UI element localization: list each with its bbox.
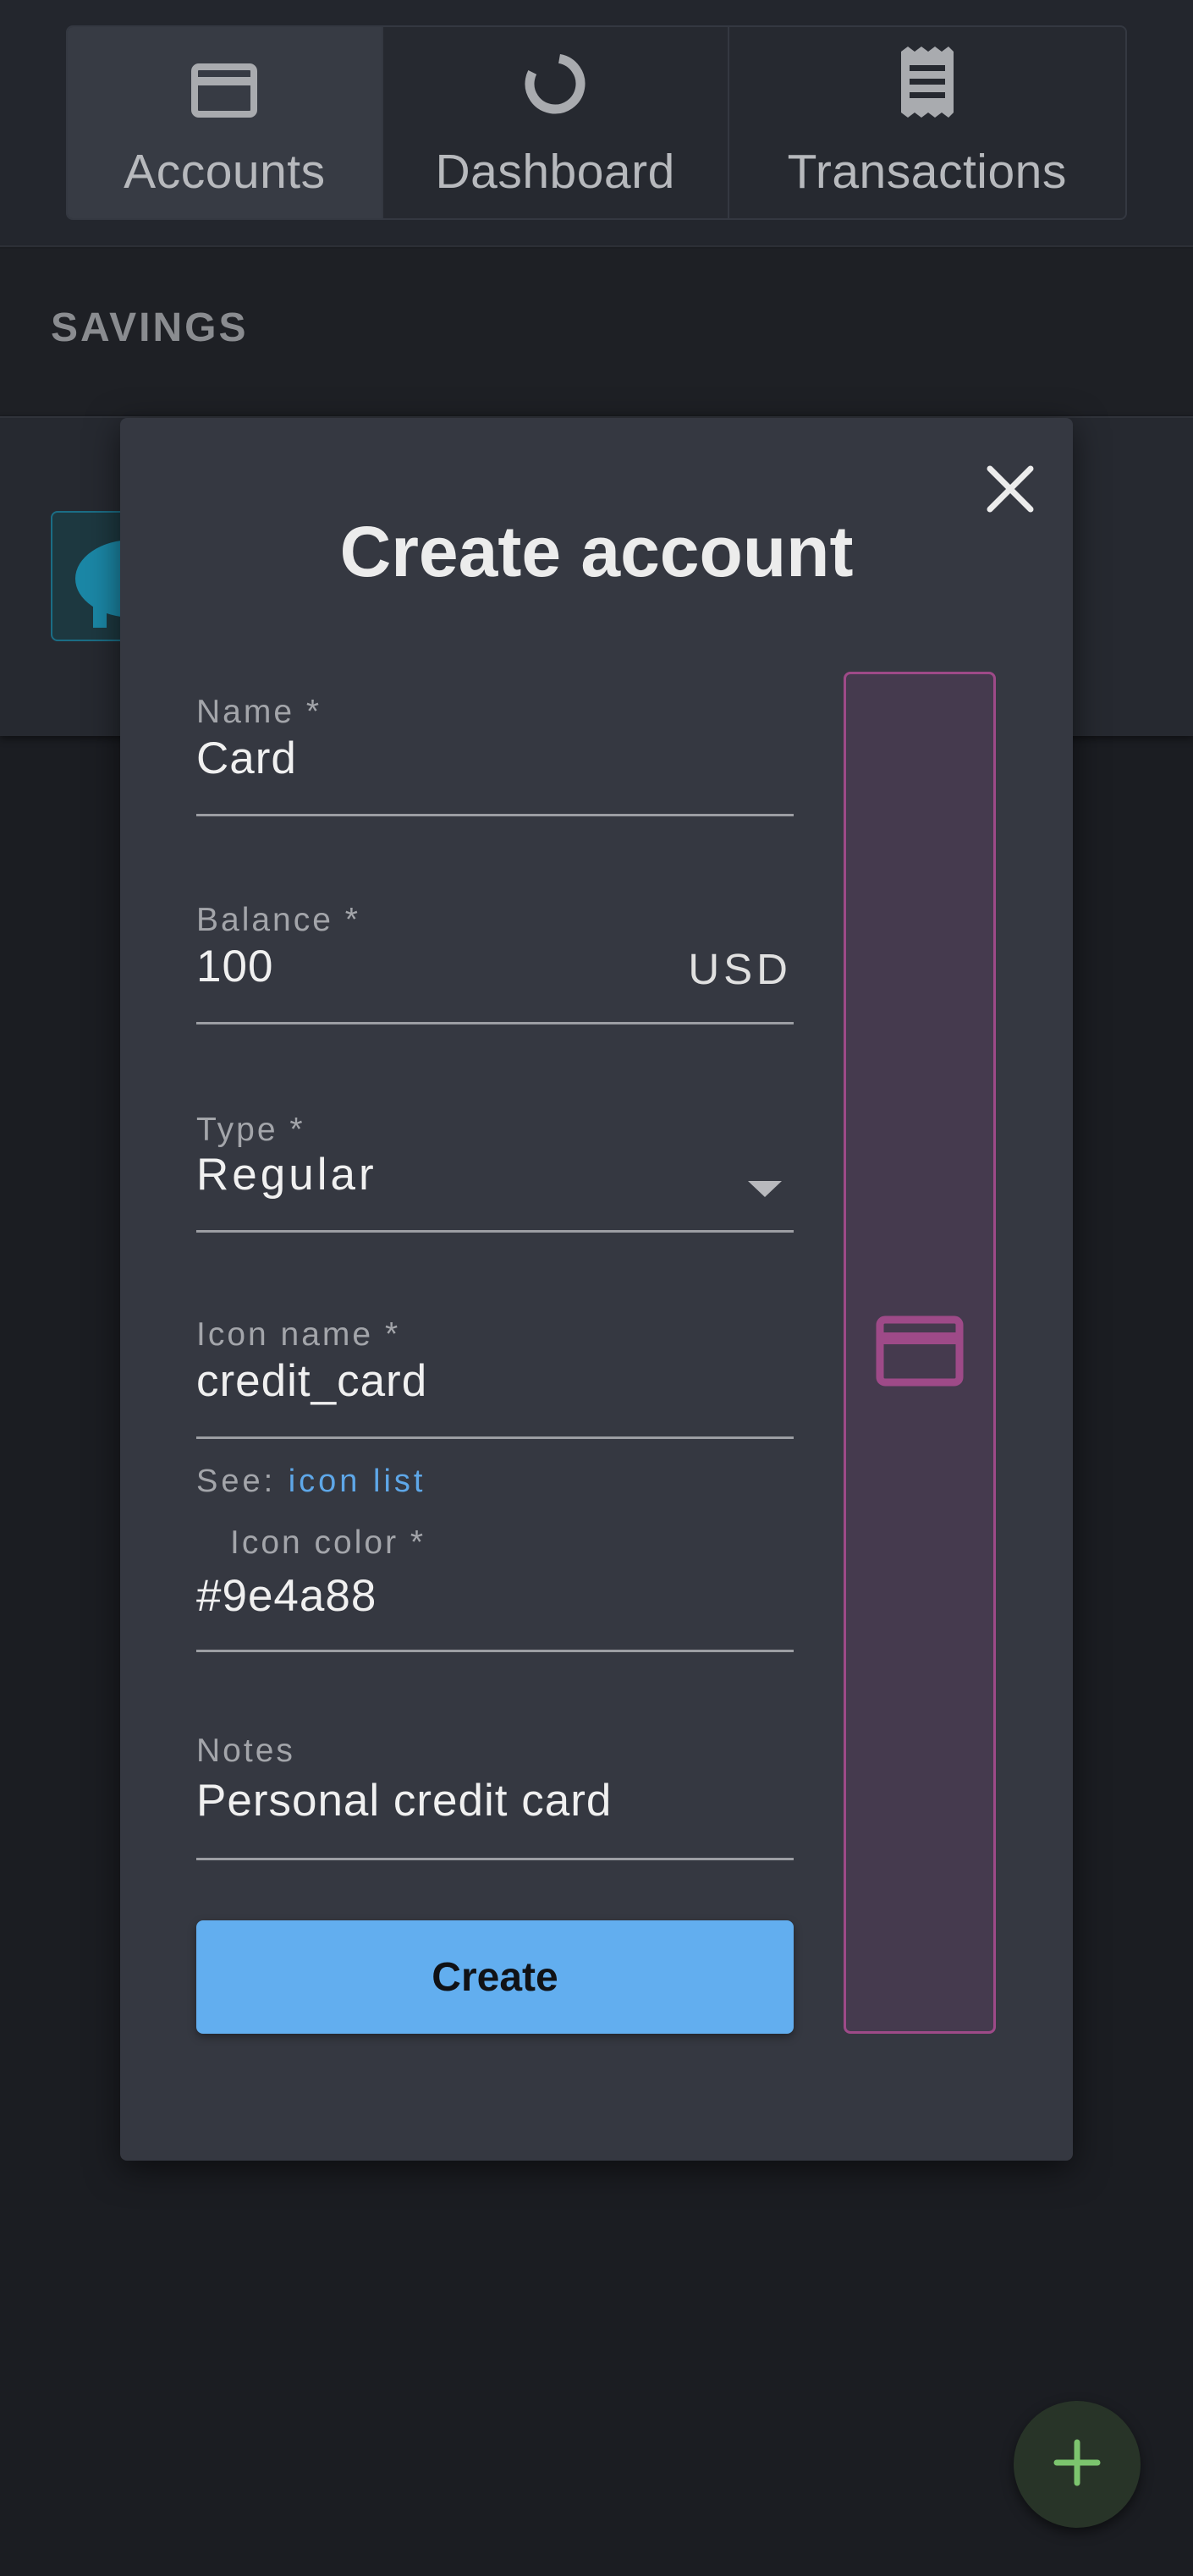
icon-color-input[interactable]: #9e4a88 [196, 1570, 377, 1622]
type-select[interactable]: Type * Regular [196, 1112, 794, 1233]
balance-field[interactable]: Balance * 100 USD [196, 902, 794, 1024]
create-button[interactable]: Create [196, 1920, 794, 2034]
balance-input[interactable]: 100 [196, 941, 273, 992]
tab-transactions[interactable]: Transactions [729, 27, 1126, 218]
icon-name-input[interactable]: credit_card [196, 1355, 427, 1407]
add-account-button[interactable] [1014, 2401, 1141, 2528]
top-navigation: Accounts Dashboard Transactions [0, 0, 1193, 247]
tab-dashboard-label: Dashboard [435, 145, 675, 199]
name-label: Name * [196, 694, 322, 730]
type-label: Type * [196, 1112, 305, 1148]
close-icon [985, 464, 1036, 519]
create-account-dialog: Create account Name * Card Balance * 100… [120, 418, 1073, 2161]
notes-underline [196, 1858, 794, 1860]
type-underline [196, 1230, 794, 1233]
notes-field[interactable]: Notes Personal credit card [196, 1733, 794, 1860]
currency-suffix: USD [688, 945, 792, 993]
chevron-down-icon[interactable] [748, 1181, 782, 1197]
receipt-icon [899, 47, 955, 122]
plus-icon [1053, 2439, 1101, 2491]
icon-list-link[interactable]: icon list [289, 1464, 426, 1499]
icon-name-underline [196, 1436, 794, 1439]
tab-accounts[interactable]: Accounts [68, 27, 383, 218]
name-input[interactable]: Card [196, 733, 297, 784]
notes-input[interactable]: Personal credit card [196, 1775, 612, 1826]
name-underline [196, 814, 794, 816]
notes-label: Notes [196, 1733, 295, 1769]
tab-dashboard[interactable]: Dashboard [383, 27, 729, 218]
credit-card-icon [191, 63, 258, 122]
tab-transactions-label: Transactions [787, 145, 1067, 199]
balance-underline [196, 1022, 794, 1024]
icon-color-field[interactable]: Icon color * #9e4a88 [196, 1524, 794, 1652]
credit-card-icon [876, 1315, 964, 1391]
donut-chart-icon [521, 50, 589, 122]
type-value[interactable]: Regular [196, 1149, 377, 1200]
icon-name-field[interactable]: Icon name * credit_card [196, 1316, 794, 1439]
icon-preview [844, 672, 996, 2034]
name-field[interactable]: Name * Card [196, 694, 794, 816]
dialog-title: Create account [339, 512, 854, 591]
balance-label: Balance * [196, 902, 360, 938]
icon-name-label: Icon name * [196, 1316, 401, 1353]
section-title: SAVINGS [51, 305, 249, 350]
icon-color-label: Icon color * [230, 1524, 426, 1561]
nav-tabs: Accounts Dashboard Transactions [66, 25, 1127, 220]
helper-prefix: See: [196, 1464, 289, 1499]
icon-color-underline [196, 1650, 794, 1652]
tab-accounts-label: Accounts [124, 145, 326, 199]
icon-list-helper: See: icon list [196, 1464, 426, 1500]
